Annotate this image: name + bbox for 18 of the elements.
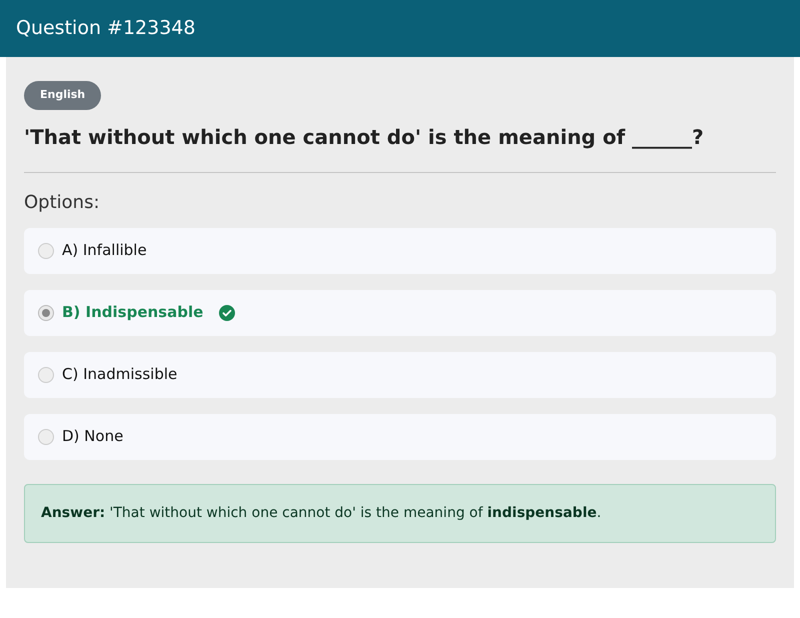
option-text: D) None [62, 426, 124, 448]
answer-box: Answer: 'That without which one cannot do' is the meaning of indispensable. [24, 484, 776, 542]
option-row[interactable]: C) Inadmissible [24, 352, 776, 398]
option-row[interactable]: D) None [24, 414, 776, 460]
option-text: B) Indispensable [62, 302, 204, 324]
options-heading: Options: [24, 190, 101, 214]
question-text: 'That without which one cannot do' is the meaning of ______? [24, 124, 705, 151]
option-row[interactable]: A) Infallible [24, 228, 776, 274]
radio-button[interactable] [38, 304, 54, 320]
option-row[interactable]: B) Indispensable [24, 290, 776, 336]
radio-button[interactable] [38, 242, 54, 258]
language-tag: English [24, 81, 102, 110]
page-title: Question #123348 [16, 16, 196, 42]
check-circle-icon [219, 304, 236, 320]
option-text: A) Infallible [62, 240, 147, 262]
radio-button[interactable] [38, 428, 54, 444]
option-text: C) Inadmissible [62, 364, 178, 386]
radio-button[interactable] [38, 366, 54, 382]
